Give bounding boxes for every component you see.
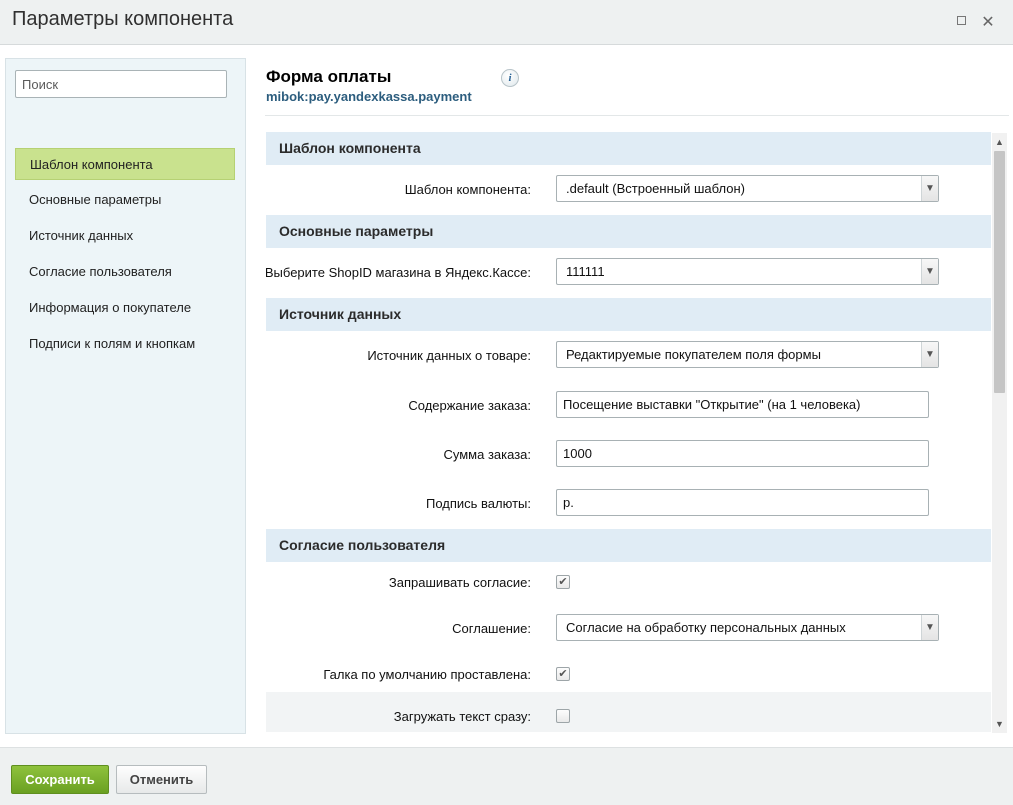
- sidebar-item-user-consent[interactable]: Согласие пользователя: [15, 256, 235, 288]
- chevron-up-icon[interactable]: ▲: [992, 135, 1007, 149]
- component-code: mibok:pay.yandexkassa.payment: [266, 89, 472, 104]
- default-checked-checkbox[interactable]: ✔: [556, 667, 570, 681]
- section-basic-params: Основные параметры: [266, 215, 991, 248]
- template-select[interactable]: .default (Встроенный шаблон) ▼: [556, 175, 939, 202]
- currency-label-input[interactable]: р.: [556, 489, 929, 516]
- currency-label-label: Подпись валюты:: [425, 496, 531, 511]
- sidebar: Шаблон компонента Основные параметры Ист…: [5, 58, 246, 734]
- order-content-label: Содержание заказа:: [408, 398, 531, 413]
- parameters-form: Шаблон компонента Шаблон компонента: .de…: [266, 132, 991, 732]
- sidebar-item-template[interactable]: Шаблон компонента: [15, 148, 235, 180]
- chevron-down-icon: ▼: [921, 342, 938, 367]
- order-sum-input[interactable]: 1000: [556, 440, 929, 467]
- sidebar-item-buyer-info[interactable]: Информация о покупателе: [15, 292, 235, 324]
- template-label: Шаблон компонента:: [404, 182, 531, 197]
- info-icon[interactable]: i: [501, 69, 519, 87]
- chevron-down-icon: ▼: [921, 615, 938, 640]
- shop-id-select-value: 111111: [566, 264, 605, 279]
- section-user-consent: Согласие пользователя: [266, 529, 991, 562]
- order-sum-label: Сумма заказа:: [443, 447, 531, 462]
- product-source-select-value: Редактируемые покупателем поля формы: [566, 347, 821, 362]
- checkmark-icon: ✔: [558, 576, 568, 588]
- dialog-footer: Сохранить Отменить: [0, 747, 1013, 805]
- chevron-down-icon: ▼: [921, 259, 938, 284]
- component-title: Форма оплаты: [266, 67, 392, 86]
- sidebar-item-basic-params[interactable]: Основные параметры: [15, 184, 235, 216]
- agreement-label: Соглашение:: [452, 621, 531, 636]
- scrollbar-thumb[interactable]: [994, 151, 1005, 393]
- maximize-icon[interactable]: [953, 12, 969, 30]
- agreement-select-value: Согласие на обработку персональных данны…: [566, 620, 846, 635]
- form-scrollbar[interactable]: ▲ ▼: [992, 133, 1007, 733]
- divider: [265, 115, 1009, 116]
- main-panel: Форма оплаты mibok:pay.yandexkassa.payme…: [265, 46, 1009, 747]
- window-titlebar: Параметры компонента ✕: [0, 0, 1013, 45]
- ask-consent-checkbox[interactable]: ✔: [556, 575, 570, 589]
- sidebar-item-field-captions[interactable]: Подписи к полям и кнопкам: [15, 328, 235, 360]
- agreement-select[interactable]: Согласие на обработку персональных данны…: [556, 614, 939, 641]
- dialog-body: Шаблон компонента Основные параметры Ист…: [0, 46, 1013, 747]
- shop-id-select[interactable]: 111111 ▼: [556, 258, 939, 285]
- section-data-source: Источник данных: [266, 298, 991, 331]
- row-highlight: [266, 692, 991, 732]
- cancel-button[interactable]: Отменить: [116, 765, 207, 794]
- order-content-input[interactable]: Посещение выставки "Открытие" (на 1 чело…: [556, 391, 929, 418]
- sidebar-item-data-source[interactable]: Источник данных: [15, 220, 235, 252]
- chevron-down-icon: ▼: [921, 176, 938, 201]
- save-button[interactable]: Сохранить: [11, 765, 109, 794]
- checkmark-icon: ✔: [558, 668, 568, 680]
- load-text-checkbox[interactable]: [556, 709, 570, 723]
- product-source-select[interactable]: Редактируемые покупателем поля формы ▼: [556, 341, 939, 368]
- chevron-down-icon[interactable]: ▼: [992, 717, 1007, 731]
- load-text-label: Загружать текст сразу:: [393, 709, 531, 724]
- close-icon[interactable]: ✕: [980, 12, 996, 31]
- shop-id-label: Выберите ShopID магазина в Яндекс.Кассе:: [266, 265, 531, 280]
- template-select-value: .default (Встроенный шаблон): [566, 181, 745, 196]
- section-template: Шаблон компонента: [266, 132, 991, 165]
- product-source-label: Источник данных о товаре:: [367, 348, 531, 363]
- search-input[interactable]: [15, 70, 227, 98]
- window-title: Параметры компонента: [12, 8, 234, 30]
- default-checked-label: Галка по умолчанию проставлена:: [323, 667, 531, 682]
- ask-consent-label: Запрашивать согласие:: [388, 575, 531, 590]
